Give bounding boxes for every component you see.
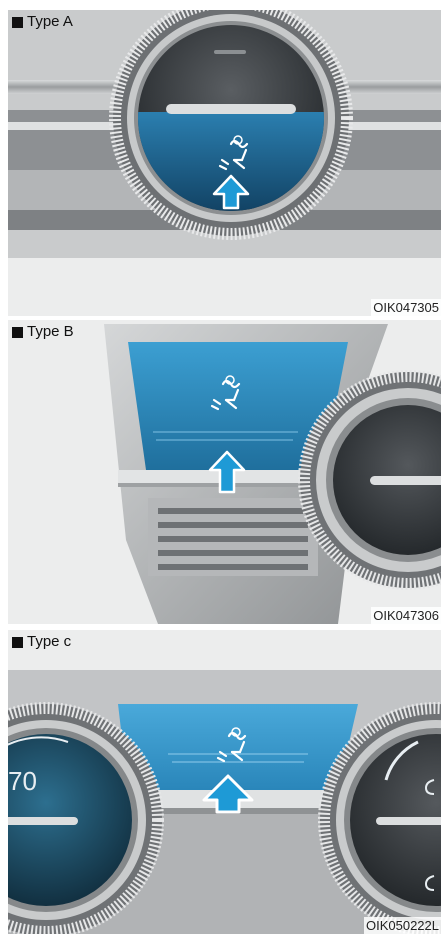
panel-label-type-a: Type A [12,13,73,31]
panel-label-type-c: Type c [12,633,71,651]
square-bullet-icon [12,636,23,648]
square-bullet-icon [12,326,23,338]
gauge-number: 70 [8,766,37,796]
figure-code: OIK047305 [371,299,441,316]
panel-type-c: 70 Type c OIK050222L [8,630,441,934]
figure-code: OIK050222L [363,917,441,934]
type-c-illustration: 70 [8,670,441,934]
panel-label-type-b: Type B [12,323,74,341]
figure-code: OIK047306 [371,607,441,624]
panel-title: Type c [27,633,72,650]
panel-type-b: Type B OIK047306 [8,320,441,624]
square-bullet-icon [12,16,23,28]
type-b-illustration [104,324,441,624]
panel-title: Type A [27,13,73,30]
panel-title: Type B [27,323,74,340]
type-a-illustration [8,10,441,316]
panel-type-a: Type A OIK047305 [8,10,441,316]
